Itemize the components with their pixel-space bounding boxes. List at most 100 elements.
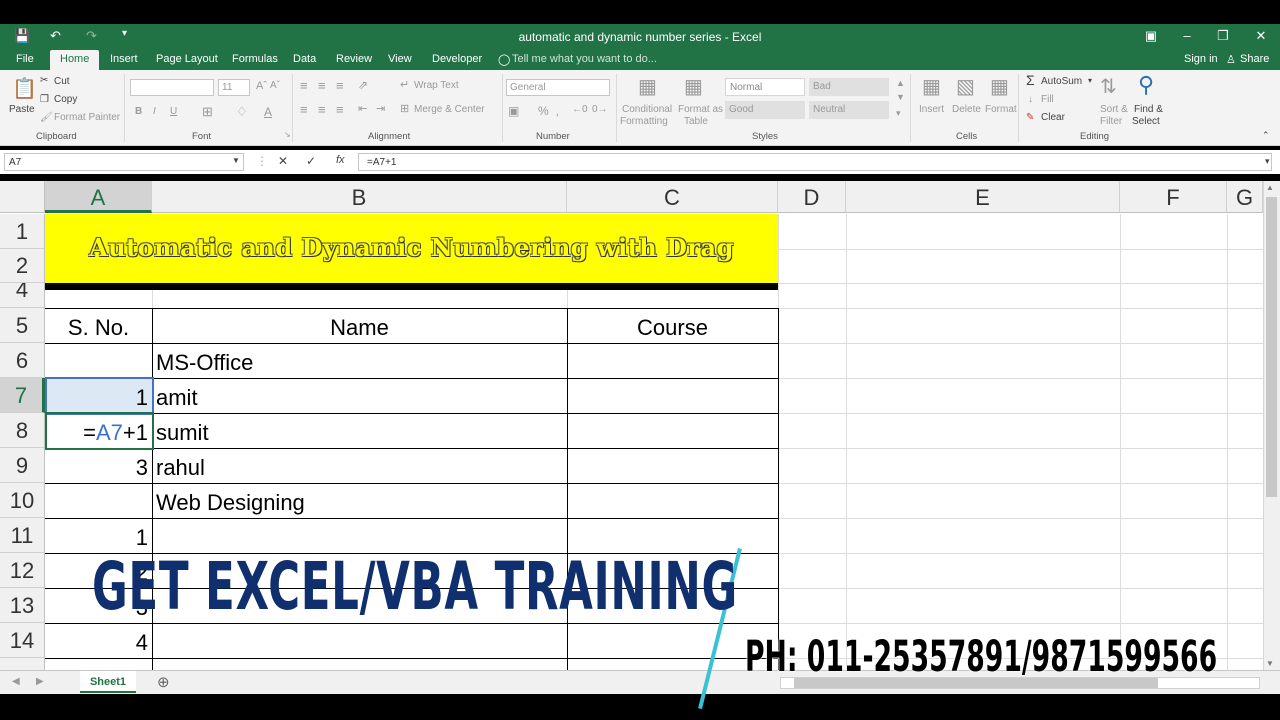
cut-button[interactable]: Cut xyxy=(54,76,70,87)
tab-file[interactable]: File xyxy=(16,53,34,65)
align-center-icon[interactable]: ≡ xyxy=(318,102,326,117)
percent-icon[interactable]: % xyxy=(538,104,549,118)
style-neutral[interactable]: Neutral xyxy=(809,101,889,119)
scroll-up-icon[interactable]: ▲ xyxy=(1266,183,1274,192)
font-size-select[interactable]: 11 xyxy=(218,79,250,96)
styles-scroll-down-icon[interactable]: ▼ xyxy=(896,92,905,102)
orientation-icon[interactable]: ⇗ xyxy=(358,78,368,92)
autosum-button[interactable]: AutoSum xyxy=(1041,76,1082,87)
row-header-partial[interactable] xyxy=(0,658,45,670)
cell-a7[interactable]: 1 xyxy=(45,385,148,411)
tab-page-layout[interactable]: Page Layout xyxy=(156,53,218,65)
row-header-7[interactable]: 7 xyxy=(0,378,45,413)
tab-developer[interactable]: Developer xyxy=(432,53,482,65)
close-button[interactable]: ✕ xyxy=(1246,28,1276,44)
vertical-scroll-thumb[interactable] xyxy=(1266,197,1277,497)
row-header-1[interactable]: 1 xyxy=(0,214,45,249)
tab-view[interactable]: View xyxy=(388,53,412,65)
grow-font-icon[interactable]: Aˆ xyxy=(256,80,267,92)
number-format-select[interactable]: General xyxy=(506,79,610,96)
bold-button[interactable]: B xyxy=(135,106,142,117)
conditional-formatting-button-line2[interactable]: Formatting xyxy=(620,116,668,127)
font-launcher-icon[interactable]: ↘ xyxy=(284,130,291,139)
shrink-font-icon[interactable]: Aˇ xyxy=(270,80,280,91)
format-painter-button[interactable]: Format Painter xyxy=(54,112,120,123)
align-left-icon[interactable]: ≡ xyxy=(300,102,308,117)
underline-button[interactable]: U xyxy=(170,106,177,117)
conditional-formatting-button[interactable]: Conditional xyxy=(622,104,672,115)
enter-icon[interactable]: ✓ xyxy=(306,154,316,168)
cell-b7[interactable]: amit xyxy=(156,385,198,411)
increase-indent-icon[interactable]: ⇥ xyxy=(376,102,385,115)
styles-more-icon[interactable]: ▾ xyxy=(896,108,901,119)
scroll-down-icon[interactable]: ▼ xyxy=(1266,659,1274,668)
paste-button[interactable]: Paste xyxy=(9,104,35,115)
wrap-text-button[interactable]: Wrap Text xyxy=(414,80,459,91)
fill-button[interactable]: Fill xyxy=(1041,94,1054,105)
style-bad[interactable]: Bad xyxy=(809,78,889,96)
collapse-ribbon-icon[interactable]: ⌃ xyxy=(1262,130,1270,141)
row-header-14[interactable]: 14 xyxy=(0,623,45,658)
cell-a9[interactable]: 3 xyxy=(45,455,148,481)
font-color-icon[interactable]: A xyxy=(264,105,272,119)
cell-b10[interactable]: Web Designing xyxy=(156,490,305,516)
currency-icon[interactable]: ▣ xyxy=(508,104,519,118)
sort-filter-button-line2[interactable]: Filter xyxy=(1100,116,1122,127)
row-header-5[interactable]: 5 xyxy=(0,308,45,343)
style-normal[interactable]: Normal xyxy=(725,78,805,96)
styles-scroll-up-icon[interactable]: ▲ xyxy=(896,78,905,88)
decrease-decimal-icon[interactable]: 0→ xyxy=(592,104,608,115)
tell-me-input[interactable]: Tell me what you want to do... xyxy=(512,53,657,65)
share-button[interactable]: Share xyxy=(1240,53,1269,65)
row-header-6[interactable]: 6 xyxy=(0,343,45,378)
row-header-8[interactable]: 8 xyxy=(0,413,45,448)
new-sheet-icon[interactable]: ⊕ xyxy=(157,673,170,691)
clipboard-icon[interactable]: 📋 xyxy=(12,76,37,101)
sign-in-link[interactable]: Sign in xyxy=(1184,53,1218,65)
delete-cells-button[interactable]: Delete xyxy=(952,104,981,115)
row-header-9[interactable]: 9 xyxy=(0,448,45,483)
ribbon-display-icon[interactable]: ▣ xyxy=(1136,28,1166,44)
tab-formulas[interactable]: Formulas xyxy=(232,53,278,65)
tab-insert[interactable]: Insert xyxy=(110,53,138,65)
insert-function-icon[interactable]: fx xyxy=(336,154,345,166)
column-header-a[interactable]: A xyxy=(45,181,152,213)
style-good[interactable]: Good xyxy=(725,101,805,119)
fill-color-icon[interactable]: ♢ xyxy=(236,104,248,120)
row-header-2[interactable]: 2 xyxy=(0,249,45,283)
column-header-c[interactable]: C xyxy=(567,181,778,213)
tab-scroll-right-icon[interactable]: ▶ xyxy=(36,676,44,687)
format-as-table-button[interactable]: Format as xyxy=(678,104,723,115)
cell-a8-editing[interactable]: =A7+1 xyxy=(45,420,148,446)
format-as-table-button-line2[interactable]: Table xyxy=(684,116,708,127)
merge-center-button[interactable]: Merge & Center xyxy=(414,104,485,115)
align-middle-icon[interactable]: ≡ xyxy=(318,78,326,93)
row-header-4[interactable]: 4 xyxy=(0,283,45,308)
clear-button[interactable]: Clear xyxy=(1041,112,1065,123)
column-header-d[interactable]: D xyxy=(778,181,846,213)
format-cells-button[interactable]: Format xyxy=(985,104,1017,115)
row-header-13[interactable]: 13 xyxy=(0,588,45,623)
tab-scroll-left-icon[interactable]: ◀ xyxy=(12,676,20,687)
name-box[interactable]: A7 xyxy=(4,153,244,171)
cancel-icon[interactable]: ✕ xyxy=(278,154,288,168)
find-select-button-line2[interactable]: Select xyxy=(1132,116,1160,127)
name-box-dropdown-icon[interactable]: ▼ xyxy=(232,156,240,165)
column-header-b[interactable]: B xyxy=(152,181,567,213)
column-header-e[interactable]: E xyxy=(846,181,1120,213)
insert-cells-button[interactable]: Insert xyxy=(919,104,944,115)
decrease-indent-icon[interactable]: ⇤ xyxy=(358,102,367,115)
select-all-corner[interactable] xyxy=(0,181,45,213)
tab-data[interactable]: Data xyxy=(293,53,316,65)
autosum-dropdown-icon[interactable]: ▾ xyxy=(1088,76,1092,85)
borders-icon[interactable]: ⊞ xyxy=(202,104,213,120)
row-header-10[interactable]: 10 xyxy=(0,483,45,518)
cell-b9[interactable]: rahul xyxy=(156,455,205,481)
find-select-button[interactable]: Find & xyxy=(1134,104,1163,115)
column-header-g[interactable]: G xyxy=(1227,181,1263,213)
formula-input[interactable]: =A7+1 xyxy=(358,153,1272,171)
cell-b6[interactable]: MS-Office xyxy=(156,350,253,376)
cell-a14[interactable]: 4 xyxy=(45,630,148,656)
align-bottom-icon[interactable]: ≡ xyxy=(336,78,344,93)
align-right-icon[interactable]: ≡ xyxy=(336,102,344,117)
